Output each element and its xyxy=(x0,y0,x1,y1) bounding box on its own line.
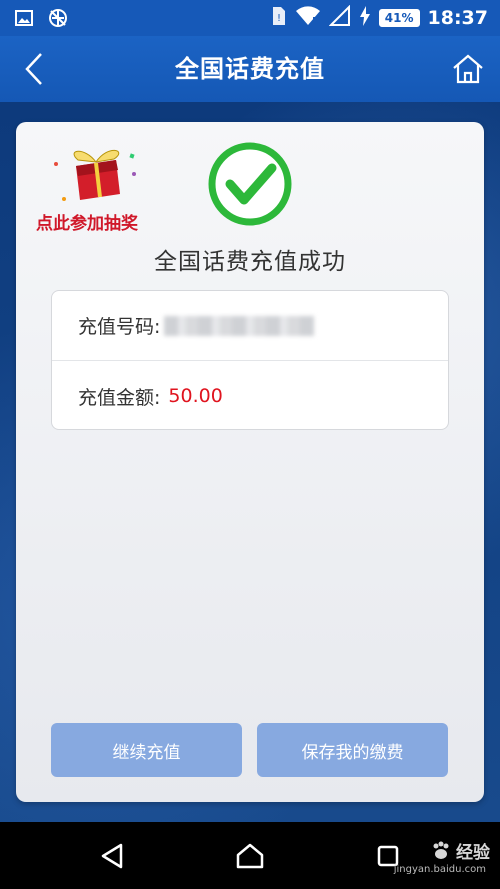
page-title: 全国话费充值 xyxy=(175,55,325,83)
home-button[interactable] xyxy=(446,49,490,89)
navigation-bar xyxy=(0,822,500,889)
lottery-label: 点此参加抽奖 xyxy=(36,214,138,234)
back-triangle-icon xyxy=(101,843,123,869)
success-check-icon xyxy=(206,140,294,228)
amount-label: 充值金额: xyxy=(78,386,161,409)
watermark-url: jingyan.baidu.com xyxy=(393,864,486,875)
status-bar: ! 41% 18:37 xyxy=(0,0,500,36)
phone-number-label: 充值号码: xyxy=(78,316,161,338)
battery-indicator: 41% xyxy=(378,9,420,27)
amount-row: 充值金额: 50.00 xyxy=(52,361,448,429)
save-payment-button[interactable]: 保存我的缴费 xyxy=(257,723,448,777)
back-button[interactable] xyxy=(14,49,54,89)
recharge-details: 充值号码: 充值金额: 50.00 xyxy=(51,290,449,430)
sim-icon: ! xyxy=(271,5,287,31)
lottery-promo[interactable]: 点此参加抽奖 xyxy=(36,144,186,239)
phone-number-row: 充值号码: xyxy=(52,291,448,361)
nav-home-button[interactable] xyxy=(230,838,270,874)
home-icon xyxy=(453,54,483,84)
home-outline-icon xyxy=(236,843,264,869)
title-bar: 全国话费充值 xyxy=(0,36,500,102)
phone-number-masked xyxy=(164,315,315,336)
clock: 18:37 xyxy=(427,7,488,29)
continue-recharge-button[interactable]: 继续充值 xyxy=(51,723,242,777)
paw-icon xyxy=(433,841,449,859)
charging-icon xyxy=(359,6,371,30)
gallery-icon xyxy=(14,8,34,32)
no-sync-icon xyxy=(48,8,68,32)
gift-icon xyxy=(54,149,136,201)
amount-value: 50.00 xyxy=(168,385,223,407)
chevron-left-icon xyxy=(25,53,42,85)
wifi-icon xyxy=(295,5,321,31)
watermark-text: 经验 xyxy=(456,843,490,863)
signal-icon xyxy=(328,4,351,31)
success-title: 全国话费充值成功 xyxy=(154,249,346,275)
svg-text:!: ! xyxy=(277,13,281,24)
nav-back-button[interactable] xyxy=(92,838,132,874)
watermark: 经验 xyxy=(430,838,490,863)
result-card: 点此参加抽奖 全国话费充值成功 充值号码: 充值金额: 50.00 继续充值 保… xyxy=(16,122,484,802)
